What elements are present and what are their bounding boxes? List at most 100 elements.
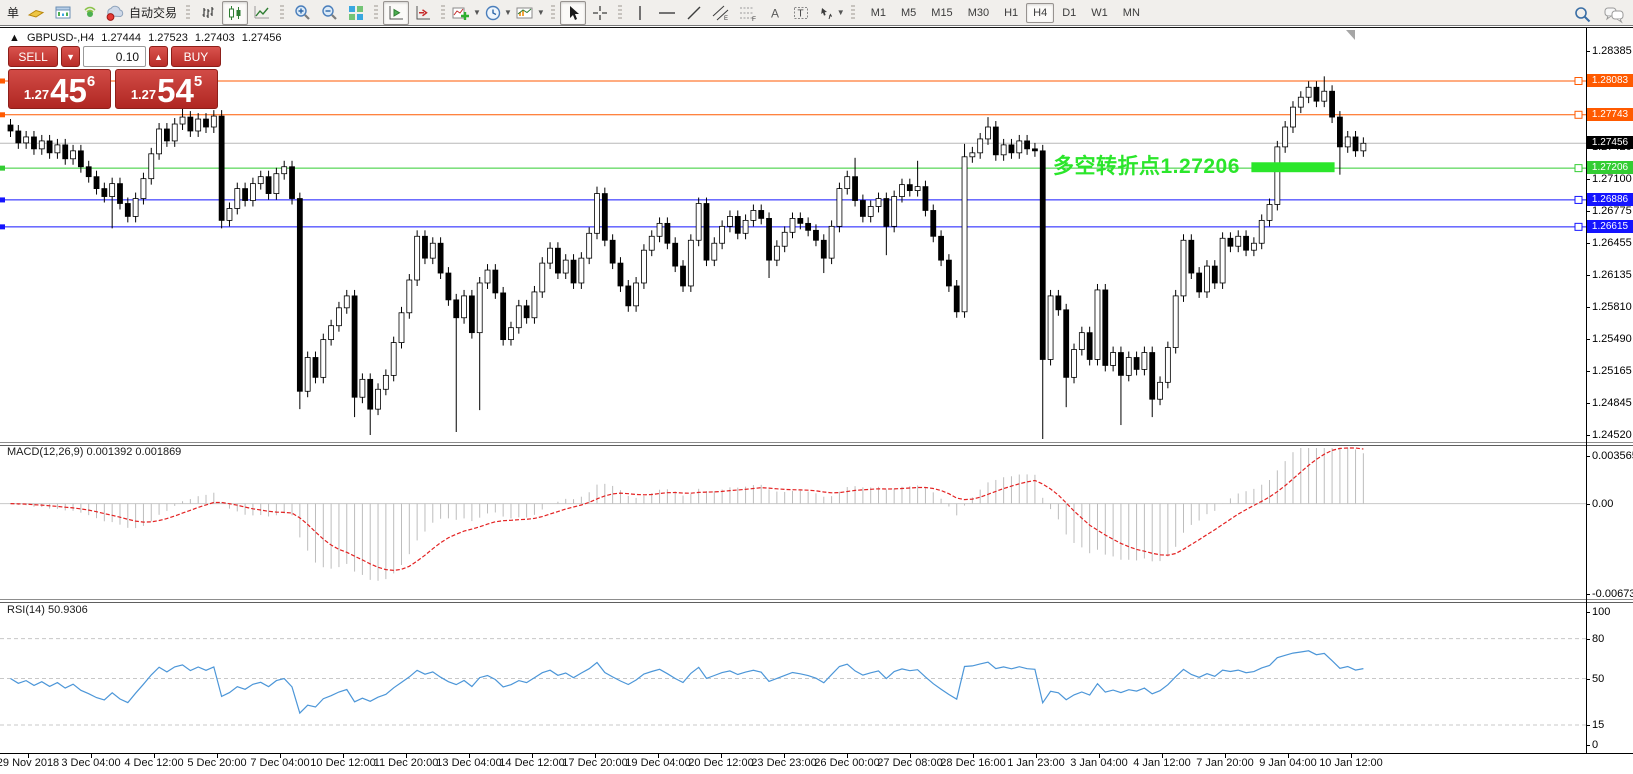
price-tick xyxy=(1586,403,1590,404)
timeframe-m1[interactable]: M1 xyxy=(864,3,893,23)
timeframe-m5[interactable]: M5 xyxy=(894,3,923,23)
time-tick-label: 1 Jan 23:00 xyxy=(1001,757,1071,769)
toolbar-grip xyxy=(186,5,190,21)
zoom-out-button[interactable] xyxy=(316,1,342,25)
zoom-in-button[interactable] xyxy=(289,1,315,25)
timeframe-d1[interactable]: D1 xyxy=(1055,3,1083,23)
chart-ohlc-header: ▲ GBPUSD-,H4 1.27444 1.27523 1.27403 1.2… xyxy=(9,32,286,44)
line-chart-mode-button[interactable] xyxy=(249,1,275,25)
buy-button[interactable]: BUY xyxy=(171,46,221,67)
time-tick-label: 7 Dec 04:00 xyxy=(245,757,315,769)
templates-button[interactable]: ▼ xyxy=(514,1,546,25)
toolbar-right xyxy=(1569,2,1627,26)
bid-big-digits: 45 xyxy=(50,75,87,106)
tile-windows-button[interactable] xyxy=(343,1,369,25)
svg-text:T: T xyxy=(797,8,803,19)
svg-text:E: E xyxy=(724,16,728,22)
sell-button[interactable]: SELL xyxy=(8,46,58,67)
cursor-tool-button[interactable] xyxy=(560,1,586,25)
price-tick xyxy=(1586,51,1590,52)
chevron-down-icon: ▼ xyxy=(473,8,481,17)
rsi-tick-label: 50 xyxy=(1592,673,1604,685)
search-button[interactable] xyxy=(1569,2,1595,26)
time-tick-label: 27 Dec 08:00 xyxy=(875,757,945,769)
chat-bubbles-icon xyxy=(1603,5,1625,24)
chart-window-icon xyxy=(54,4,72,22)
rsi-tick-label: 100 xyxy=(1592,606,1610,618)
chevron-down-icon: ▼ xyxy=(537,8,545,17)
timeframe-m15[interactable]: M15 xyxy=(924,3,959,23)
timeframe-mn[interactable]: MN xyxy=(1116,3,1147,23)
rsi-plot[interactable] xyxy=(0,603,1586,752)
price-tick-label: 1.26455 xyxy=(1592,237,1632,249)
chart-annotation-text[interactable]: 多空转折点1.27206 xyxy=(1053,150,1240,180)
macd-tick xyxy=(1586,456,1590,457)
horizontal-line-tool-button[interactable] xyxy=(654,1,680,25)
timeframe-w1[interactable]: W1 xyxy=(1084,3,1115,23)
price-line-label: 1.27743 xyxy=(1587,108,1633,121)
macd-plot[interactable] xyxy=(0,445,1586,598)
volume-input[interactable]: 0.10 xyxy=(83,46,146,67)
chat-button[interactable] xyxy=(1601,2,1627,26)
time-tick-label: 19 Dec 04:00 xyxy=(623,757,693,769)
sell-price-button[interactable]: 1.27 45 6 xyxy=(8,69,111,109)
label-tool-button[interactable]: T xyxy=(789,1,815,25)
vertical-line-tool-button[interactable] xyxy=(627,1,653,25)
signals-button[interactable] xyxy=(77,1,103,25)
chart-shift-button[interactable] xyxy=(383,1,409,25)
price-tick xyxy=(1586,243,1590,244)
price-line-label: 1.28083 xyxy=(1587,74,1633,87)
macd-label: MACD(12,26,9) 0.001392 0.001869 xyxy=(7,446,181,458)
volume-decrease-button[interactable]: ▼ xyxy=(61,46,80,67)
shapes-button[interactable]: ▼ xyxy=(816,1,846,25)
one-click-trading-panel: SELL ▼ 0.10 ▲ BUY 1.27 45 6 1.27 54 5 xyxy=(8,46,221,109)
zoom-in-icon xyxy=(293,3,312,22)
price-tick xyxy=(1586,435,1590,436)
buy-price-button[interactable]: 1.27 54 5 xyxy=(115,69,218,109)
bar-chart-mode-button[interactable] xyxy=(195,1,221,25)
channel-tool-button[interactable]: E xyxy=(708,1,734,25)
rsi-tick xyxy=(1586,639,1590,640)
bar-chart-icon xyxy=(199,4,217,22)
text-tool-button[interactable]: A xyxy=(762,1,788,25)
toolbar-grip xyxy=(618,5,622,21)
candlestick-plot[interactable] xyxy=(0,29,1586,441)
price-tick-label: 1.25810 xyxy=(1592,301,1632,313)
pane-separator[interactable] xyxy=(0,442,1633,446)
trendline-icon xyxy=(685,4,703,22)
current-price-label: 1.27456 xyxy=(1587,136,1633,149)
macd-tick xyxy=(1586,594,1590,595)
time-tick-label: 11 Dec 20:00 xyxy=(371,757,441,769)
high-value: 1.27523 xyxy=(148,32,188,44)
time-tick-label: 14 Dec 12:00 xyxy=(497,757,567,769)
price-tick-label: 1.24845 xyxy=(1592,397,1632,409)
trendline-tool-button[interactable] xyxy=(681,1,707,25)
timeframe-h1[interactable]: H1 xyxy=(997,3,1025,23)
time-tick-label: 5 Dec 20:00 xyxy=(182,757,252,769)
auto-scroll-button[interactable] xyxy=(410,1,436,25)
timeframe-group: M1M5M15M30H1H4D1W1MN xyxy=(864,3,1147,23)
indicators-button[interactable]: ▼ xyxy=(450,1,482,25)
price-tick xyxy=(1586,179,1590,180)
price-tick-label: 1.25165 xyxy=(1592,365,1632,377)
crosshair-tool-button[interactable] xyxy=(587,1,613,25)
chart-area[interactable]: ▲ GBPUSD-,H4 1.27444 1.27523 1.27403 1.2… xyxy=(0,27,1633,774)
candlestick-mode-button[interactable] xyxy=(222,1,248,25)
new-order-button[interactable] xyxy=(23,1,49,25)
periods-button[interactable]: ▼ xyxy=(483,1,513,25)
autotrading-button[interactable]: 自动交易 xyxy=(104,1,181,25)
chart-window-button[interactable] xyxy=(50,1,76,25)
equidistant-channel-icon: E xyxy=(711,4,731,22)
rsi-tick xyxy=(1586,745,1590,746)
volume-increase-button[interactable]: ▲ xyxy=(149,46,168,67)
timeframe-m30[interactable]: M30 xyxy=(961,3,996,23)
bid-pip-digit: 6 xyxy=(87,73,95,90)
pane-separator[interactable] xyxy=(0,599,1633,603)
symbol-direction-icon: ▲ xyxy=(9,32,20,44)
fibonacci-tool-button[interactable]: F xyxy=(735,1,761,25)
add-indicator-icon xyxy=(451,4,471,22)
mt4-window: 单 自动交易 ▼ ▼ ▼ E F A T ▼ xyxy=(0,0,1633,774)
cursor-icon xyxy=(564,4,582,22)
chart-shift-marker-icon[interactable] xyxy=(1346,30,1355,40)
timeframe-h4[interactable]: H4 xyxy=(1026,3,1054,23)
